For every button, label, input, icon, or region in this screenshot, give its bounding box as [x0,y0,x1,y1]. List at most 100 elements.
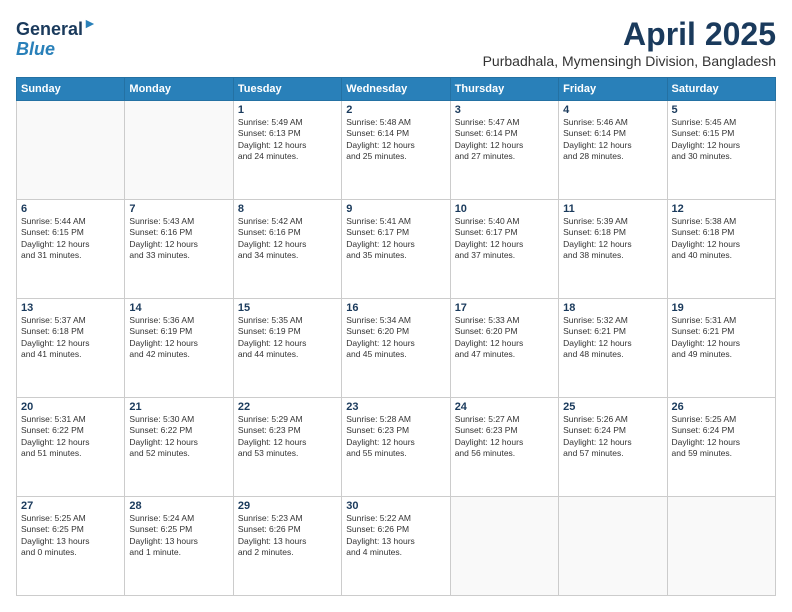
title-section: April 2025 Purbadhala, Mymensingh Divisi… [483,16,776,69]
calendar-cell: 14Sunrise: 5:36 AM Sunset: 6:19 PM Dayli… [125,299,233,398]
calendar-cell: 24Sunrise: 5:27 AM Sunset: 6:23 PM Dayli… [450,398,558,497]
calendar-cell: 20Sunrise: 5:31 AM Sunset: 6:22 PM Dayli… [17,398,125,497]
calendar-cell: 12Sunrise: 5:38 AM Sunset: 6:18 PM Dayli… [667,200,775,299]
calendar-cell: 2Sunrise: 5:48 AM Sunset: 6:14 PM Daylig… [342,101,450,200]
calendar-week-row: 27Sunrise: 5:25 AM Sunset: 6:25 PM Dayli… [17,497,776,596]
day-number: 5 [672,104,771,116]
calendar-cell: 4Sunrise: 5:46 AM Sunset: 6:14 PM Daylig… [559,101,667,200]
weekday-header: Friday [559,78,667,101]
calendar-cell: 15Sunrise: 5:35 AM Sunset: 6:19 PM Dayli… [233,299,341,398]
day-number: 23 [346,401,445,413]
day-number: 12 [672,203,771,215]
calendar-cell: 8Sunrise: 5:42 AM Sunset: 6:16 PM Daylig… [233,200,341,299]
day-number: 21 [129,401,228,413]
calendar-cell [667,497,775,596]
day-number: 9 [346,203,445,215]
calendar-table: SundayMondayTuesdayWednesdayThursdayFrid… [16,77,776,596]
day-info: Sunrise: 5:44 AM Sunset: 6:15 PM Dayligh… [21,216,120,262]
day-number: 11 [563,203,662,215]
calendar-cell: 5Sunrise: 5:45 AM Sunset: 6:15 PM Daylig… [667,101,775,200]
calendar-cell: 10Sunrise: 5:40 AM Sunset: 6:17 PM Dayli… [450,200,558,299]
day-number: 13 [21,302,120,314]
header: General► Blue April 2025 Purbadhala, Mym… [16,16,776,69]
day-number: 24 [455,401,554,413]
day-info: Sunrise: 5:29 AM Sunset: 6:23 PM Dayligh… [238,414,337,460]
day-number: 26 [672,401,771,413]
day-info: Sunrise: 5:30 AM Sunset: 6:22 PM Dayligh… [129,414,228,460]
calendar-week-row: 1Sunrise: 5:49 AM Sunset: 6:13 PM Daylig… [17,101,776,200]
day-number: 18 [563,302,662,314]
day-info: Sunrise: 5:22 AM Sunset: 6:26 PM Dayligh… [346,513,445,559]
day-info: Sunrise: 5:41 AM Sunset: 6:17 PM Dayligh… [346,216,445,262]
calendar-week-row: 13Sunrise: 5:37 AM Sunset: 6:18 PM Dayli… [17,299,776,398]
calendar-cell [450,497,558,596]
calendar-cell [559,497,667,596]
weekday-header: Monday [125,78,233,101]
calendar-cell: 18Sunrise: 5:32 AM Sunset: 6:21 PM Dayli… [559,299,667,398]
day-info: Sunrise: 5:38 AM Sunset: 6:18 PM Dayligh… [672,216,771,262]
day-number: 30 [346,500,445,512]
day-info: Sunrise: 5:49 AM Sunset: 6:13 PM Dayligh… [238,117,337,163]
day-number: 15 [238,302,337,314]
day-info: Sunrise: 5:27 AM Sunset: 6:23 PM Dayligh… [455,414,554,460]
day-info: Sunrise: 5:33 AM Sunset: 6:20 PM Dayligh… [455,315,554,361]
calendar-cell: 30Sunrise: 5:22 AM Sunset: 6:26 PM Dayli… [342,497,450,596]
day-number: 14 [129,302,228,314]
day-info: Sunrise: 5:42 AM Sunset: 6:16 PM Dayligh… [238,216,337,262]
day-number: 8 [238,203,337,215]
day-number: 16 [346,302,445,314]
day-number: 2 [346,104,445,116]
day-info: Sunrise: 5:37 AM Sunset: 6:18 PM Dayligh… [21,315,120,361]
month-title: April 2025 [483,16,776,53]
day-number: 6 [21,203,120,215]
day-info: Sunrise: 5:47 AM Sunset: 6:14 PM Dayligh… [455,117,554,163]
day-number: 22 [238,401,337,413]
calendar-cell: 7Sunrise: 5:43 AM Sunset: 6:16 PM Daylig… [125,200,233,299]
calendar-cell: 16Sunrise: 5:34 AM Sunset: 6:20 PM Dayli… [342,299,450,398]
day-number: 29 [238,500,337,512]
day-info: Sunrise: 5:28 AM Sunset: 6:23 PM Dayligh… [346,414,445,460]
day-info: Sunrise: 5:45 AM Sunset: 6:15 PM Dayligh… [672,117,771,163]
day-info: Sunrise: 5:35 AM Sunset: 6:19 PM Dayligh… [238,315,337,361]
logo-blue-text: Blue [16,40,55,60]
calendar-cell: 17Sunrise: 5:33 AM Sunset: 6:20 PM Dayli… [450,299,558,398]
calendar-cell: 6Sunrise: 5:44 AM Sunset: 6:15 PM Daylig… [17,200,125,299]
day-info: Sunrise: 5:40 AM Sunset: 6:17 PM Dayligh… [455,216,554,262]
calendar-cell: 19Sunrise: 5:31 AM Sunset: 6:21 PM Dayli… [667,299,775,398]
day-info: Sunrise: 5:25 AM Sunset: 6:25 PM Dayligh… [21,513,120,559]
day-info: Sunrise: 5:31 AM Sunset: 6:21 PM Dayligh… [672,315,771,361]
day-info: Sunrise: 5:48 AM Sunset: 6:14 PM Dayligh… [346,117,445,163]
day-info: Sunrise: 5:32 AM Sunset: 6:21 PM Dayligh… [563,315,662,361]
calendar-cell: 28Sunrise: 5:24 AM Sunset: 6:25 PM Dayli… [125,497,233,596]
calendar-cell [125,101,233,200]
calendar-header-row: SundayMondayTuesdayWednesdayThursdayFrid… [17,78,776,101]
logo: General► Blue [16,16,97,60]
location: Purbadhala, Mymensingh Division, Banglad… [483,53,776,69]
day-number: 28 [129,500,228,512]
calendar-cell: 9Sunrise: 5:41 AM Sunset: 6:17 PM Daylig… [342,200,450,299]
weekday-header: Saturday [667,78,775,101]
calendar-cell: 23Sunrise: 5:28 AM Sunset: 6:23 PM Dayli… [342,398,450,497]
calendar-cell: 22Sunrise: 5:29 AM Sunset: 6:23 PM Dayli… [233,398,341,497]
calendar-cell: 29Sunrise: 5:23 AM Sunset: 6:26 PM Dayli… [233,497,341,596]
calendar-cell: 1Sunrise: 5:49 AM Sunset: 6:13 PM Daylig… [233,101,341,200]
day-info: Sunrise: 5:25 AM Sunset: 6:24 PM Dayligh… [672,414,771,460]
calendar-cell: 13Sunrise: 5:37 AM Sunset: 6:18 PM Dayli… [17,299,125,398]
calendar-cell: 27Sunrise: 5:25 AM Sunset: 6:25 PM Dayli… [17,497,125,596]
day-info: Sunrise: 5:24 AM Sunset: 6:25 PM Dayligh… [129,513,228,559]
day-number: 10 [455,203,554,215]
day-info: Sunrise: 5:43 AM Sunset: 6:16 PM Dayligh… [129,216,228,262]
day-number: 19 [672,302,771,314]
calendar-cell: 26Sunrise: 5:25 AM Sunset: 6:24 PM Dayli… [667,398,775,497]
weekday-header: Sunday [17,78,125,101]
calendar-cell: 25Sunrise: 5:26 AM Sunset: 6:24 PM Dayli… [559,398,667,497]
calendar-week-row: 6Sunrise: 5:44 AM Sunset: 6:15 PM Daylig… [17,200,776,299]
day-info: Sunrise: 5:31 AM Sunset: 6:22 PM Dayligh… [21,414,120,460]
page: General► Blue April 2025 Purbadhala, Mym… [0,0,792,612]
calendar-cell: 3Sunrise: 5:47 AM Sunset: 6:14 PM Daylig… [450,101,558,200]
day-info: Sunrise: 5:36 AM Sunset: 6:19 PM Dayligh… [129,315,228,361]
logo-text: General► [16,16,97,40]
day-number: 27 [21,500,120,512]
calendar-cell [17,101,125,200]
calendar-week-row: 20Sunrise: 5:31 AM Sunset: 6:22 PM Dayli… [17,398,776,497]
